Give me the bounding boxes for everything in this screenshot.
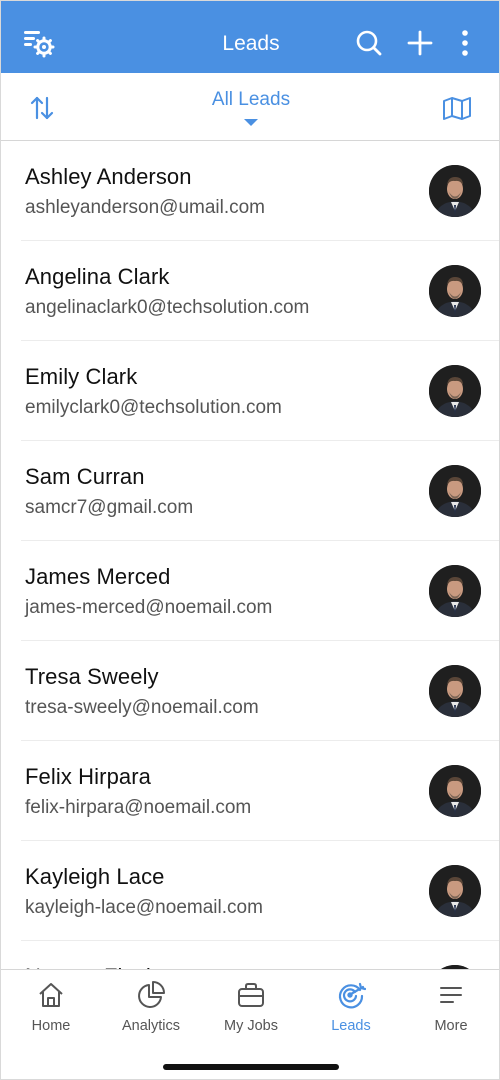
lead-row[interactable]: Felix Hirpara felix-hirpara@noemail.com <box>1 741 499 841</box>
lead-email: tresa-sweely@noemail.com <box>25 697 259 718</box>
avatar <box>429 465 481 517</box>
lead-email: james-merced@noemail.com <box>25 597 273 618</box>
tab-home[interactable]: Home <box>1 970 101 1040</box>
briefcase-icon <box>236 980 266 1010</box>
lead-email: kayleigh-lace@noemail.com <box>25 897 263 918</box>
lead-row[interactable]: Kayleigh Lace kayleigh-lace@noemail.com <box>1 841 499 941</box>
lead-row[interactable]: Tresa Sweely tresa-sweely@noemail.com <box>1 641 499 741</box>
avatar <box>429 665 481 717</box>
tab-my-jobs-label: My Jobs <box>224 1018 278 1034</box>
lead-name: Tresa Sweely <box>25 664 159 689</box>
lead-email: ashleyanderson@umail.com <box>25 197 266 218</box>
map-view-button[interactable] <box>440 91 474 125</box>
home-icon <box>36 980 66 1010</box>
bottom-navigation: Home Analytics My Jobs Leads More <box>1 969 499 1079</box>
lead-name: Angelina Clark <box>25 264 170 289</box>
lead-email: emilyclark0@techsolution.com <box>25 397 282 418</box>
app-screen: Leads All Leads Ashley Anderson ashleyan… <box>0 0 500 1080</box>
map-icon <box>443 97 471 120</box>
avatar <box>429 865 481 917</box>
lead-row[interactable]: Ashley Anderson ashleyanderson@umail.com <box>1 141 499 241</box>
lead-email: samcr7@gmail.com <box>25 497 194 518</box>
lead-name: Emily Clark <box>25 364 138 389</box>
avatar <box>429 765 481 817</box>
lead-row[interactable]: Emily Clark emilyclark0@techsolution.com <box>1 341 499 441</box>
filter-settings-icon <box>24 31 55 58</box>
tab-leads[interactable]: Leads <box>301 970 401 1040</box>
lead-row[interactable]: James Merced james-merced@noemail.com <box>1 541 499 641</box>
tab-more-label: More <box>434 1018 468 1034</box>
more-options-button[interactable] <box>447 25 483 61</box>
avatar <box>429 265 481 317</box>
sort-arrows-icon <box>30 96 54 120</box>
more-vertical-icon <box>462 30 468 56</box>
add-lead-button[interactable] <box>402 25 438 61</box>
search-button[interactable] <box>351 25 387 61</box>
sort-button[interactable] <box>25 91 59 125</box>
lead-name: James Merced <box>25 564 171 589</box>
avatar <box>429 565 481 617</box>
app-header: Leads <box>1 1 499 73</box>
lead-row[interactable]: Noreen Finch <box>1 941 499 969</box>
tab-analytics[interactable]: Analytics <box>101 970 201 1040</box>
lead-name: Kayleigh Lace <box>25 864 165 889</box>
plus-icon <box>407 30 433 56</box>
search-icon <box>356 30 382 56</box>
filter-settings-button[interactable] <box>21 25 57 61</box>
pie-chart-icon <box>136 980 166 1010</box>
lead-name: Sam Curran <box>25 464 145 489</box>
lead-name: Felix Hirpara <box>25 764 151 789</box>
lead-row[interactable]: Angelina Clark angelinaclark0@techsolutio… <box>1 241 499 341</box>
lead-email: angelinaclark0@techsolution.com <box>25 297 310 318</box>
target-icon <box>336 980 366 1010</box>
lead-email: felix-hirpara@noemail.com <box>25 797 252 818</box>
leads-list[interactable]: Ashley Anderson ashleyanderson@umail.com A… <box>1 141 499 969</box>
caret-down-icon <box>244 119 258 126</box>
list-toolbar: All Leads <box>1 73 499 141</box>
tab-more[interactable]: More <box>401 970 499 1040</box>
tab-home-label: Home <box>31 1018 71 1034</box>
avatar <box>429 365 481 417</box>
tab-analytics-label: Analytics <box>121 1018 181 1034</box>
avatar <box>429 165 481 217</box>
lead-name: Ashley Anderson <box>25 164 192 189</box>
lead-row[interactable]: Sam Curran samcr7@gmail.com <box>1 441 499 541</box>
filter-label: All Leads <box>211 89 291 110</box>
menu-lines-icon <box>436 980 466 1010</box>
tab-leads-label: Leads <box>331 1018 371 1034</box>
home-indicator <box>163 1064 339 1070</box>
leads-filter-dropdown[interactable]: All Leads <box>151 89 351 126</box>
tab-my-jobs[interactable]: My Jobs <box>201 970 301 1040</box>
